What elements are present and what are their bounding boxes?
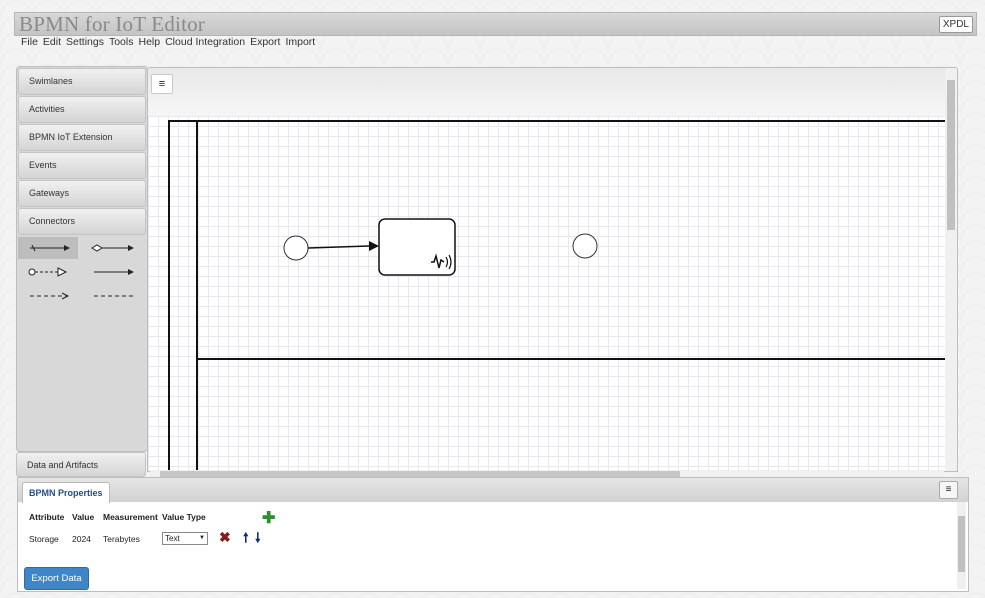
move-up-icon[interactable]: 🠕 bbox=[243, 529, 249, 551]
message-flow-icon[interactable] bbox=[18, 261, 78, 283]
pool[interactable] bbox=[168, 120, 945, 471]
shape-palette: Swimlanes Activities BPMN IoT Extension … bbox=[16, 66, 148, 452]
plain-arrow-icon[interactable] bbox=[82, 261, 142, 283]
sequence-flow-arrowhead bbox=[369, 241, 379, 251]
tab-bpmn-properties[interactable]: BPMN Properties bbox=[22, 482, 110, 503]
app-header: BPMN for IoT Editor XPDL bbox=[14, 12, 977, 36]
header-measurement: Measurement bbox=[103, 512, 158, 522]
header-attribute: Attribute bbox=[29, 512, 65, 522]
sequence-flow[interactable] bbox=[307, 245, 370, 249]
xpdl-button[interactable]: XPDL bbox=[938, 16, 973, 33]
palette-section-activities[interactable]: Activities bbox=[18, 96, 146, 123]
iot-task[interactable] bbox=[378, 218, 456, 276]
header-value-type: Value Type bbox=[162, 512, 206, 522]
outline-icon[interactable]: ≡ bbox=[151, 74, 173, 94]
palette-section-data-and-artifacts[interactable]: Data and Artifacts bbox=[16, 452, 146, 477]
association-diamond-icon[interactable] bbox=[82, 237, 142, 259]
menu-cloud-integration[interactable]: Cloud Integration bbox=[165, 36, 245, 50]
canvas-vertical-scrollbar[interactable] bbox=[945, 68, 957, 471]
menu-file[interactable]: File bbox=[21, 36, 38, 50]
dashed-arrow-icon[interactable] bbox=[18, 285, 78, 307]
properties-tabbar: BPMN Properties ≡ bbox=[18, 478, 968, 503]
start-event[interactable] bbox=[283, 235, 309, 261]
properties-menu-icon[interactable]: ≡ bbox=[939, 481, 958, 499]
end-event[interactable] bbox=[572, 233, 598, 259]
value-type-selected: Text bbox=[165, 534, 180, 543]
properties-panel: BPMN Properties ≡ Attribute Value Measur… bbox=[17, 477, 969, 592]
menu-settings[interactable]: Settings bbox=[66, 36, 104, 50]
export-data-button[interactable]: Export Data bbox=[24, 567, 89, 590]
connectors-panel bbox=[18, 235, 146, 315]
row-attribute: Storage bbox=[29, 534, 59, 544]
menu-bar: File Edit Settings Tools Help Cloud Inte… bbox=[21, 36, 315, 50]
dashed-line-icon[interactable] bbox=[82, 285, 142, 307]
menu-import[interactable]: Import bbox=[285, 36, 315, 50]
properties-vertical-scrollbar[interactable] bbox=[957, 502, 966, 589]
row-value[interactable]: 2024 bbox=[72, 534, 91, 544]
chevron-down-icon: ▼ bbox=[199, 535, 205, 541]
sequence-flow-icon[interactable] bbox=[18, 237, 78, 259]
menu-tools[interactable]: Tools bbox=[109, 36, 134, 50]
move-down-icon[interactable]: 🠗 bbox=[255, 529, 261, 551]
canvas-toolbar: ≡ bbox=[148, 68, 945, 116]
menu-help[interactable]: Help bbox=[138, 36, 160, 50]
palette-section-connectors[interactable]: Connectors bbox=[18, 208, 146, 235]
palette-section-gateways[interactable]: Gateways bbox=[18, 180, 146, 207]
palette-section-events[interactable]: Events bbox=[18, 152, 146, 179]
menu-export[interactable]: Export bbox=[250, 36, 280, 50]
palette-section-swimlanes[interactable]: Swimlanes bbox=[18, 68, 146, 95]
delete-icon[interactable]: ✖ bbox=[219, 529, 231, 546]
menu-edit[interactable]: Edit bbox=[43, 36, 61, 50]
canvas-vertical-scroll-thumb[interactable] bbox=[947, 80, 955, 230]
canvas-grid[interactable] bbox=[148, 116, 945, 471]
properties-scroll-thumb[interactable] bbox=[958, 516, 965, 572]
header-value: Value bbox=[72, 512, 95, 522]
palette-section-bpmn-iot-extension[interactable]: BPMN IoT Extension bbox=[18, 124, 146, 151]
diagram-canvas[interactable]: ≡ bbox=[147, 67, 958, 472]
add-property-icon[interactable]: ✚ bbox=[262, 508, 275, 528]
app-title: BPMN for IoT Editor bbox=[19, 12, 205, 36]
row-measurement[interactable]: Terabytes bbox=[103, 534, 140, 544]
value-type-select[interactable]: Text ▼ bbox=[162, 532, 208, 545]
